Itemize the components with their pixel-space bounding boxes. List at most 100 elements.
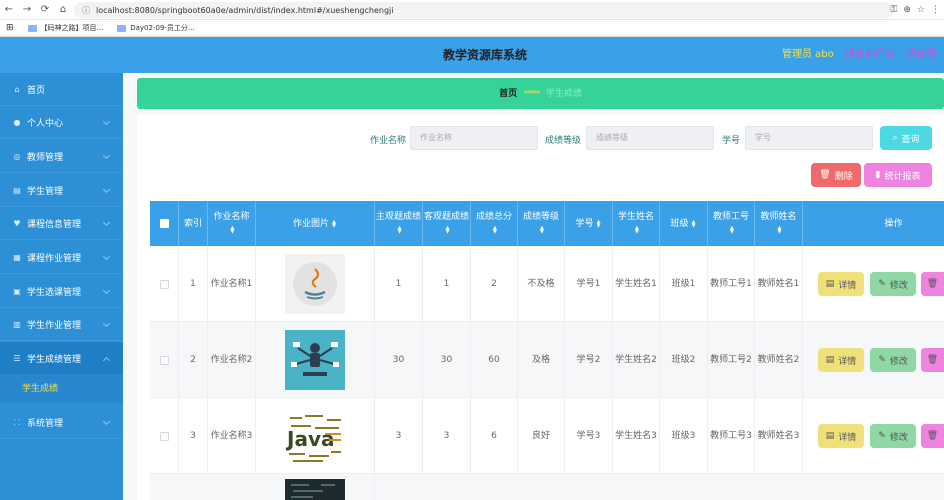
row-checkbox[interactable]	[159, 355, 169, 365]
breadcrumb: 首页 ***** 学生成绩	[137, 78, 944, 109]
cell-teacher-name: 教师姓名3	[755, 398, 803, 474]
sort-icon: ▲ ▼	[691, 218, 696, 229]
cell-homework-image	[256, 246, 375, 322]
table-header: 索引 作业名称 ▲ ▼ 作业图片 ▲ ▼ 主观题成绩▲ ▼ 客观题成绩▲ ▼ 成绩总分 ▲ ▼ …	[150, 201, 944, 246]
sidebar-item-system[interactable]: ⸬ 系统管理	[0, 406, 123, 439]
header-subjective-score[interactable]: 主观题成绩▲ ▼	[375, 201, 423, 246]
detail-button[interactable]: ▤ 详情	[818, 424, 864, 448]
sidebar-item-courses[interactable]: ♥ 课程信息管理	[0, 207, 123, 240]
browser-actions: ⚿ ⊕ ☆ ⋮	[891, 0, 940, 20]
menu-icon[interactable]: ⋮	[931, 5, 940, 15]
key-icon[interactable]: ⚿	[891, 5, 898, 15]
table-row: 2 作业名称2 30 30 60 及格 学号2 学生姓名2 班级2 教师工号2 …	[150, 322, 944, 398]
cell-teacher-id: 教师工号1	[708, 246, 755, 322]
system-icon: ⸬	[13, 417, 21, 427]
edit-icon: ✎	[878, 279, 886, 289]
header-actions: 操作	[884, 218, 903, 229]
sidebar-item-homework[interactable]: ▦ 课程作业管理	[0, 241, 123, 274]
cell-subjective-score: 1	[375, 246, 423, 322]
cell-total-score: 2	[471, 246, 518, 322]
course-select-icon: ▣	[13, 286, 21, 296]
sidebar-item-scores[interactable]: ☰ 学生成绩管理	[0, 342, 123, 375]
edit-button[interactable]: ✎ 修改	[870, 424, 916, 448]
header-index: 索引	[179, 201, 208, 246]
detail-icon: ▤	[825, 279, 835, 289]
apps-icon[interactable]: ⊞	[6, 23, 14, 33]
student-id-input[interactable]: 学号	[745, 126, 873, 150]
trash-icon: 🗑	[926, 279, 939, 289]
cell-homework-name: 作业名称2	[208, 322, 256, 398]
sidebar-item-profile[interactable]: ● 个人中心	[0, 106, 123, 139]
star-icon[interactable]: ☆	[917, 5, 925, 15]
delete-button[interactable]: 🗑	[921, 348, 944, 372]
select-all-checkbox[interactable]	[159, 219, 169, 228]
header-grade-level[interactable]: 成绩等级 ▲ ▼	[518, 201, 565, 246]
sidebar-item-students[interactable]: ▤ 学生管理	[0, 174, 123, 207]
table-row: 3 作业名称3 Java 3 3 6 良好 学号3 学生姓名3 班级3 教师工号…	[150, 398, 944, 474]
cell-grade-level: 及格	[518, 322, 565, 398]
sidebar-item-student-homework[interactable]: ▥ 学生作业管理	[0, 308, 123, 341]
sort-icon: ▲ ▼	[397, 225, 402, 235]
cell-subjective-score: 3	[375, 398, 423, 474]
user-icon: ●	[13, 117, 21, 127]
header-total-score[interactable]: 成绩总分 ▲ ▼	[471, 201, 518, 246]
sidebar-subitem-student-scores[interactable]: 学生成绩	[0, 375, 123, 403]
header-student-name[interactable]: 学生姓名 ▲ ▼	[613, 201, 660, 246]
delete-button[interactable]: 🗑	[921, 272, 944, 296]
student-homework-icon: ▥	[13, 319, 21, 329]
cell-homework-image	[256, 474, 375, 500]
sort-icon: ▲ ▼	[493, 225, 497, 235]
reload-icon[interactable]: ⟳	[36, 0, 54, 20]
cell-student-name: 学生姓名1	[613, 246, 660, 322]
detail-button[interactable]: ▤ 详情	[818, 272, 864, 296]
batch-delete-button[interactable]: 🗑 删除	[811, 163, 861, 187]
home-icon: ⌂	[14, 84, 20, 94]
student-id-label: 学号	[722, 136, 741, 146]
breadcrumb-separator: *****	[524, 89, 540, 98]
zoom-icon[interactable]: ⊕	[903, 5, 911, 15]
statistics-report-button[interactable]: ▮ 统计报表	[864, 163, 932, 187]
teacher-icon: ◎	[13, 151, 21, 161]
breadcrumb-home[interactable]: 首页	[499, 89, 517, 99]
row-checkbox[interactable]	[159, 431, 169, 441]
cell-index: 2	[179, 322, 208, 398]
bookmark-1[interactable]: 【码神之路】项目...	[27, 23, 103, 33]
sidebar-item-home[interactable]: ⌂ 首页	[0, 73, 123, 106]
header-student-id[interactable]: 学号 ▲ ▼	[565, 201, 613, 246]
cell-teacher-name: 教师姓名1	[755, 246, 803, 322]
back-to-frontend-link[interactable]: 退出到前台	[845, 37, 895, 73]
homework-name-input[interactable]: 作业名称	[410, 126, 538, 150]
course-icon: ♥	[13, 218, 21, 228]
svg-text:Java: Java	[285, 427, 334, 451]
bookmark-2[interactable]: Day02-09-员工分...	[117, 23, 195, 33]
back-icon[interactable]: ←	[0, 0, 18, 20]
row-checkbox[interactable]	[159, 279, 169, 289]
header-teacher-id[interactable]: 教师工号 ▲ ▼	[708, 201, 755, 246]
forward-icon[interactable]: →	[18, 0, 36, 20]
header-homework-name[interactable]: 作业名称 ▲ ▼	[208, 201, 256, 246]
chevron-down-icon	[102, 185, 111, 194]
detail-button[interactable]: ▤ 详情	[818, 348, 864, 372]
breadcrumb-current: 学生成绩	[545, 89, 582, 99]
chevron-down-icon	[102, 286, 111, 295]
grade-level-input[interactable]: 成绩等级	[586, 126, 714, 150]
edit-button[interactable]: ✎ 修改	[870, 348, 916, 372]
home-browser-icon[interactable]: ⌂	[54, 0, 72, 20]
cell-teacher-id: 教师工号3	[708, 398, 755, 474]
row-check-cell	[150, 246, 179, 322]
cell-class: 班级2	[660, 322, 708, 398]
cell-subjective-score: 30	[375, 322, 423, 398]
delete-button[interactable]: 🗑	[921, 424, 944, 448]
sort-icon: ▲ ▼	[332, 218, 336, 229]
current-user: 管理员 abo	[782, 49, 834, 60]
header-class[interactable]: 班级 ▲ ▼	[660, 201, 708, 246]
sidebar-item-course-selection[interactable]: ▣ 学生选课管理	[0, 275, 123, 308]
sidebar-item-teachers[interactable]: ◎ 教师管理	[0, 140, 123, 173]
edit-button[interactable]: ✎ 修改	[870, 272, 916, 296]
search-button[interactable]: ⌕ 查询	[880, 126, 932, 150]
header-objective-score[interactable]: 客观题成绩▲ ▼	[423, 201, 471, 246]
address-bar[interactable]: ⓘ localhost:8080/springboot60a0e/admin/d…	[74, 2, 894, 18]
header-homework-image[interactable]: 作业图片 ▲ ▼	[256, 201, 375, 246]
header-teacher-name[interactable]: 教师姓名 ▲ ▼	[755, 201, 803, 246]
chevron-down-icon	[102, 417, 111, 426]
